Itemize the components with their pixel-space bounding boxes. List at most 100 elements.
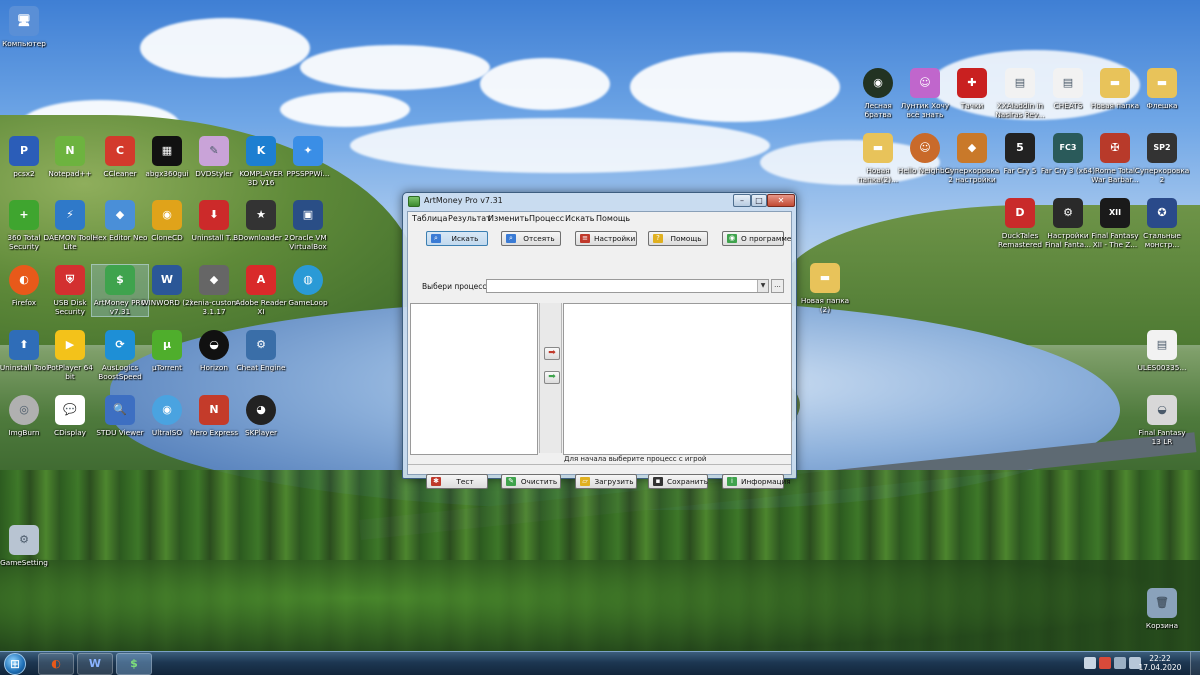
hexeditor-icon: ◆ xyxy=(105,200,135,230)
desktop-icon-ppsspp[interactable]: ✦ PPSSPPWi... xyxy=(280,136,336,178)
settings-icon: ≡ xyxy=(580,234,590,243)
about-button[interactable]: ◉ О программе xyxy=(722,231,791,246)
desktop-icon-fleshka[interactable]: ▬ Флешка xyxy=(1134,68,1190,110)
desktop-icon-potplayer[interactable]: ▶ PotPlayer 64 bit xyxy=(42,330,98,381)
xenia-icon: ◆ xyxy=(199,265,229,295)
desktop-icon-recycle[interactable]: 🗑 Корзина xyxy=(1134,588,1190,630)
search-button[interactable]: ⌕ Искать xyxy=(426,231,488,246)
save-button[interactable]: ▪ Сохранить xyxy=(648,474,708,489)
desktop-icon-label: GameLoop xyxy=(288,298,328,307)
search-icon: ⌕ xyxy=(431,234,441,243)
process-label: Выбери процесс xyxy=(422,282,487,291)
test-button[interactable]: ✱ Тест xyxy=(426,474,488,489)
settings-button[interactable]: ≡ Настройки xyxy=(575,231,637,246)
ppsspp-icon: ✦ xyxy=(293,136,323,166)
desktop-icon-daemon[interactable]: ⚡ DAEMON Tools Lite xyxy=(42,200,98,251)
gamesetting-icon: ⚙ xyxy=(9,525,39,555)
desktop-icon-ff13[interactable]: ◒ Final Fantasy 13 LR xyxy=(1134,395,1190,446)
desktop-icon-label: Корзина xyxy=(1145,621,1179,630)
menu-table[interactable]: Таблица xyxy=(412,214,447,223)
oracle-icon: ▣ xyxy=(293,200,323,230)
menu-help[interactable]: Помощь xyxy=(596,214,630,223)
imgburn-icon: ◎ xyxy=(9,395,39,425)
clock-date: 17.04.2020 xyxy=(1138,663,1182,672)
filter-button[interactable]: ⌕ Отсеять xyxy=(501,231,561,246)
utorrent-icon: µ xyxy=(152,330,182,360)
menu-search[interactable]: Искать xyxy=(565,214,595,223)
uninstalltool-icon: ⬆ xyxy=(9,330,39,360)
clear-icon: ✎ xyxy=(506,477,516,486)
title-bar[interactable]: ArtMoney Pro v7.31 – □ ✕ xyxy=(403,193,796,211)
desktop-icon-label: Новая папка (2) xyxy=(800,296,850,314)
desktop-icon-label: USB Disk Security xyxy=(53,298,87,316)
ultraiso-icon: ◉ xyxy=(152,395,182,425)
menu-edit[interactable]: Изменить xyxy=(488,214,529,223)
tray-network-icon[interactable] xyxy=(1114,657,1126,669)
xxaladdin-icon: ▤ xyxy=(1005,68,1035,98)
pcsx2-icon: P xyxy=(9,136,39,166)
desktop-icon-label: CDisplay xyxy=(54,428,86,437)
tray-action-center-icon[interactable] xyxy=(1099,657,1111,669)
add-to-table-arrow-icon[interactable]: ➡ xyxy=(544,347,560,360)
add-all-arrow-icon[interactable]: ➡ xyxy=(544,371,560,384)
desktop-icon-skplayer[interactable]: ◕ SKPlayer xyxy=(233,395,289,437)
desktop-icon-label: Cheat Engine xyxy=(236,363,286,372)
nero-icon: N xyxy=(199,395,229,425)
taskbar-artmoney-button[interactable]: $ xyxy=(116,653,152,675)
help-button[interactable]: ? Помощь xyxy=(648,231,708,246)
process-select[interactable]: ▼ xyxy=(486,279,769,293)
info-button[interactable]: i Информация xyxy=(722,474,791,489)
help-icon: ? xyxy=(653,234,663,243)
desktop-icon-cdisplay[interactable]: 💬 CDisplay xyxy=(42,395,98,437)
chevron-down-icon[interactable]: ▼ xyxy=(757,280,768,292)
horizon-icon: ◒ xyxy=(199,330,229,360)
lesnaya-icon: ◉ xyxy=(863,68,893,98)
gameloop-icon: ◍ xyxy=(293,265,323,295)
clock[interactable]: 22:22 17.04.2020 xyxy=(1134,654,1186,672)
adobe-icon: A xyxy=(246,265,276,295)
desktop-icon-label: Суперкоровка 2 xyxy=(1134,166,1190,184)
user-table[interactable] xyxy=(563,303,792,455)
menu-result[interactable]: Результат xyxy=(448,214,491,223)
desktop-icon-gamesetting[interactable]: ⚙ GameSetting xyxy=(0,525,52,567)
maximize-button[interactable]: □ xyxy=(751,194,767,207)
desktop-icon-supercow[interactable]: SP2 Суперкоровка 2 xyxy=(1134,133,1190,184)
desktop-icon-usbdisk[interactable]: ⛨ USB Disk Security xyxy=(42,265,98,316)
desktop-icon-notepad[interactable]: N Notepad++ xyxy=(42,136,98,178)
tray-chevron-icon[interactable] xyxy=(1084,657,1096,669)
desktop-icon-oracle[interactable]: ▣ Oracle VM VirtualBox xyxy=(280,200,336,251)
start-button[interactable]: ⊞ xyxy=(4,653,26,675)
desktop-icon-newfolder2[interactable]: ▬ Новая папка (2) xyxy=(797,263,853,314)
desktop-icon-label: Стальные монстр... xyxy=(1143,231,1181,249)
clonecd-icon: ◉ xyxy=(152,200,182,230)
menu-process[interactable]: Процесс xyxy=(529,214,564,223)
clear-button[interactable]: ✎ Очистить xyxy=(501,474,561,489)
taskbar-word-button[interactable]: W xyxy=(77,653,113,675)
window-title: ArtMoney Pro v7.31 xyxy=(424,196,503,205)
artmoney-window[interactable]: ArtMoney Pro v7.31 – □ ✕ Таблица Результ… xyxy=(402,192,797,489)
desktop-icon-ules[interactable]: ▤ ULES00335... xyxy=(1134,330,1190,372)
desktop-icon-label: Флешка xyxy=(1146,101,1178,110)
show-desktop-button[interactable] xyxy=(1190,652,1200,675)
search-results-table[interactable] xyxy=(410,303,538,455)
hello_neighbor-icon: ☺ xyxy=(910,133,940,163)
potplayer-icon: ▶ xyxy=(55,330,85,360)
close-button[interactable]: ✕ xyxy=(767,194,795,207)
taskbar: ⊞ ◐ W $ 22:22 17.04.2020 xyxy=(0,651,1200,675)
desktop-icon-label: Notepad++ xyxy=(48,169,92,178)
cheatengine-icon: ⚙ xyxy=(246,330,276,360)
artmoney-app-icon xyxy=(408,196,420,207)
uninstaller-icon: ⬇ xyxy=(199,200,229,230)
minimize-button[interactable]: – xyxy=(733,194,751,207)
desktop-icon-gameloop[interactable]: ◍ GameLoop xyxy=(280,265,336,307)
load-button[interactable]: ▱ Загрузить xyxy=(575,474,637,489)
taskbar-firefox-button[interactable]: ◐ xyxy=(38,653,74,675)
desktop-icon-steel[interactable]: ✪ Стальные монстр... xyxy=(1134,198,1190,249)
about-icon: ◉ xyxy=(727,234,737,243)
desktop-icon-computer[interactable]: 🖥 Компьютер xyxy=(0,6,52,48)
desktop-icon-cheatengine[interactable]: ⚙ Cheat Engine xyxy=(233,330,289,372)
steel-icon: ✪ xyxy=(1147,198,1177,228)
tachki-icon: ✚ xyxy=(957,68,987,98)
process-browse-button[interactable]: ... xyxy=(771,279,784,293)
desktop-icon-label: PotPlayer 64 bit xyxy=(47,363,93,381)
